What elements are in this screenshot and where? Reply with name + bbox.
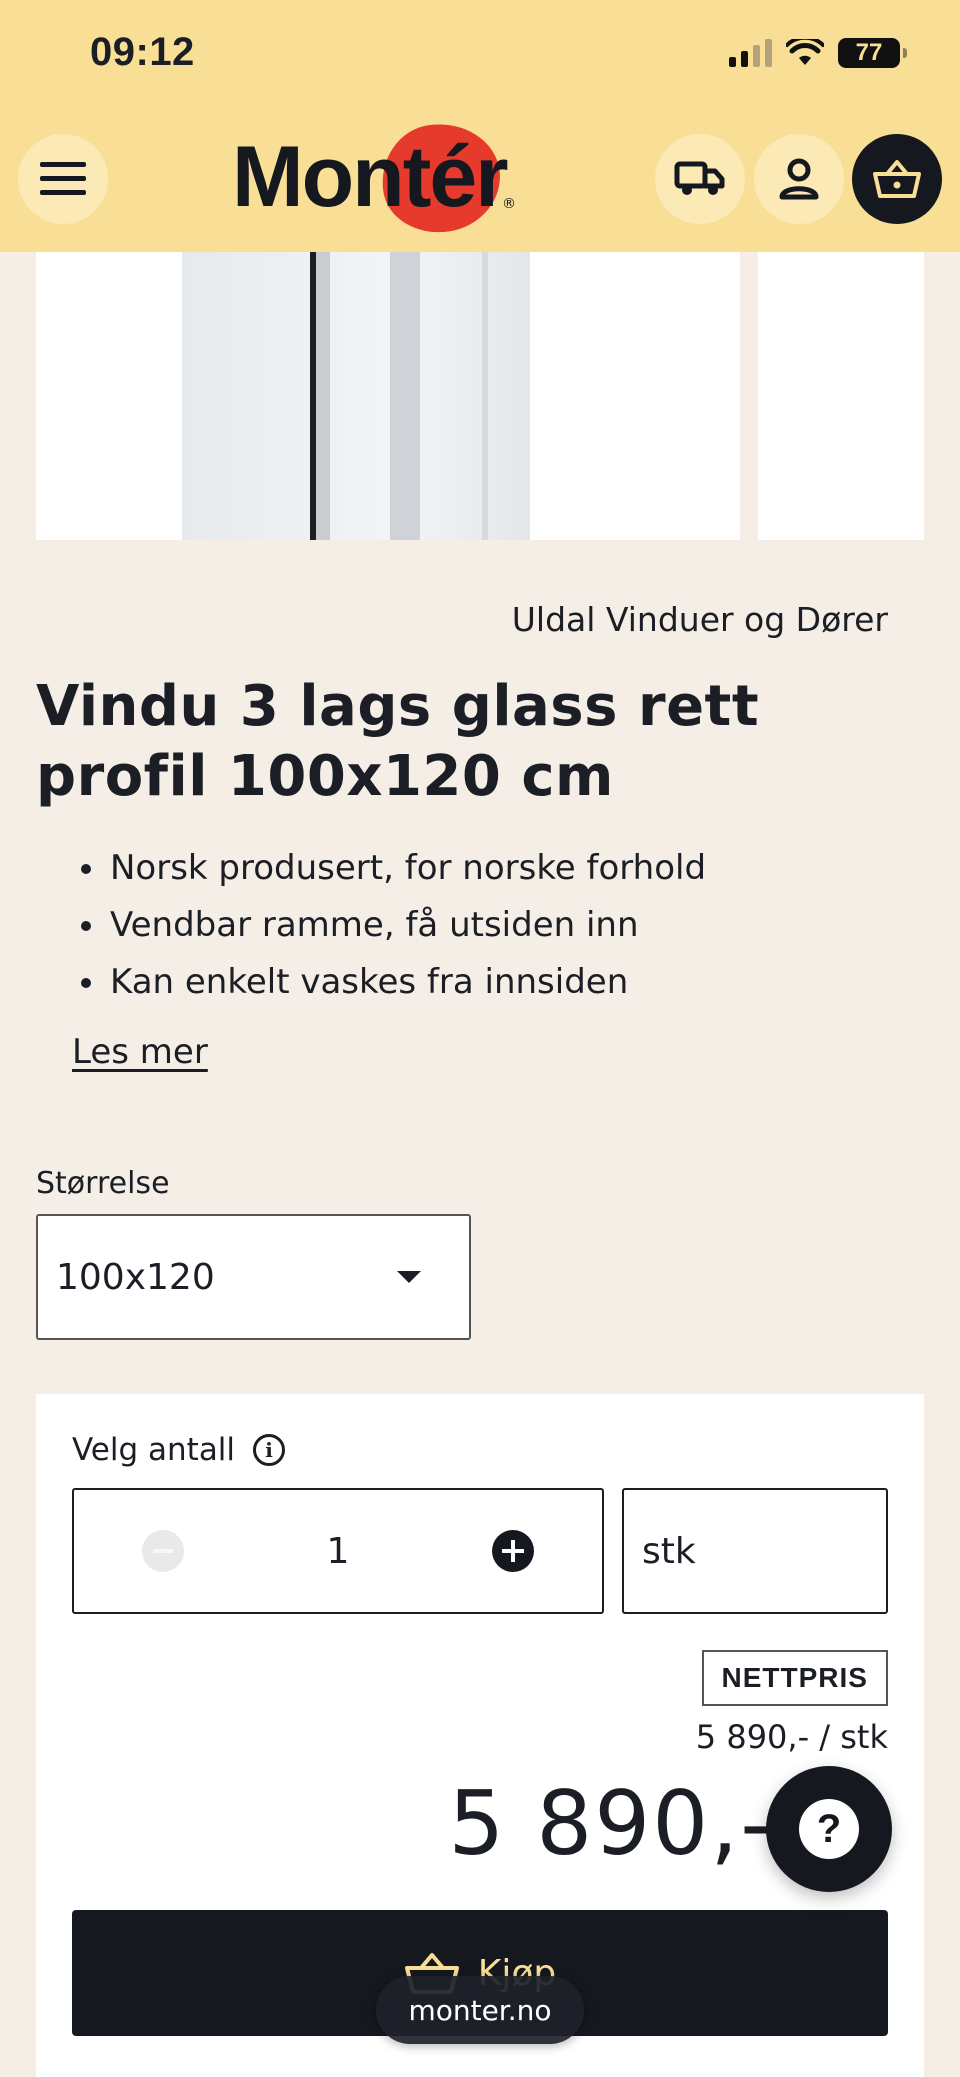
wifi-icon [786,39,824,65]
dropdown-caret-icon [397,1271,421,1283]
highlight-item: Vendbar ramme, få utsiden inn [108,897,706,954]
unit-price: 5 890,- / stk [695,1718,888,1756]
highlight-item: Norsk produsert, for norske forhold [108,840,706,897]
delivery-button[interactable] [655,134,745,224]
menu-icon [40,162,86,195]
status-time: 09:12 [90,30,195,74]
size-select[interactable]: 100x120 [36,1214,471,1340]
cart-button[interactable] [852,134,942,224]
decrease-quantity-button[interactable] [142,1530,184,1572]
battery-icon: 77 [838,38,907,68]
window-frame-image [182,252,530,540]
quantity-label: Velg antall [72,1432,236,1468]
quantity-stepper: 1 [72,1488,604,1614]
info-icon[interactable]: i [253,1434,286,1466]
help-chat-button[interactable]: ? [766,1766,892,1892]
product-title: Vindu 3 lags glass rett profil 100x120 c… [36,674,760,809]
menu-button[interactable] [18,134,108,224]
total-price: 5 890,- [448,1772,774,1875]
read-more-link[interactable]: Les mer [72,1032,208,1072]
quantity-value[interactable]: 1 [327,1531,350,1572]
increase-quantity-button[interactable] [492,1530,534,1572]
cellular-signal-icon [729,39,772,67]
logo-text: Montér [232,129,509,225]
product-brand[interactable]: Uldal Vinduer og Dører [512,600,888,639]
status-icons: 77 [729,38,907,68]
account-button[interactable] [754,134,844,224]
quantity-label-row: Velg antall i [72,1432,286,1468]
registered-mark: ® [502,196,516,212]
truck-icon [674,161,725,195]
size-label: Størrelse [36,1166,170,1201]
purchase-card: Velg antall i 1 stk NETTPRIS 5 890,- / s… [36,1394,924,2077]
product-highlights: Norsk produsert, for norske forhold Vend… [108,840,706,1011]
site-header: 09:12 77 Montér ® [0,0,960,252]
product-page: 09:12 77 Montér ® Uldal Vinduer og Dører… [0,0,960,2077]
monter-logo[interactable]: Montér ® [232,116,522,240]
product-image-carousel[interactable] [0,252,960,542]
user-icon [779,158,819,200]
net-price-badge: NETTPRIS [701,1650,888,1706]
unit-field: stk [622,1488,888,1614]
basket-icon [873,160,921,198]
highlight-item: Kan enkelt vaskes fra innsiden [108,954,706,1011]
question-icon: ? [799,1799,859,1859]
browser-url-bar[interactable]: monter.no [376,1976,584,2044]
product-image[interactable] [36,252,740,540]
next-product-image[interactable] [758,252,924,540]
size-selected-value: 100x120 [56,1256,215,1298]
